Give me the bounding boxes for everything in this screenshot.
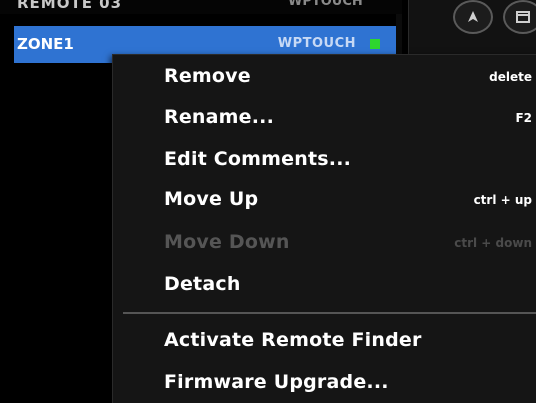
menu-item-firmware-upgrade[interactable]: Firmware Upgrade... xyxy=(113,365,536,399)
menu-item-label: Firmware Upgrade... xyxy=(164,371,389,393)
context-menu: Remove delete Rename... F2 Edit Comments… xyxy=(112,54,536,403)
list-item-name: ZONE1 xyxy=(17,35,74,53)
menu-item-label: Activate Remote Finder xyxy=(164,329,422,351)
status-indicator xyxy=(370,39,380,49)
menu-item-label: Edit Comments... xyxy=(164,148,352,170)
menu-separator xyxy=(123,312,536,314)
navigate-icon xyxy=(465,9,481,25)
menu-item-move-down: Move Down ctrl + down xyxy=(113,225,536,259)
menu-item-activate-remote-finder[interactable]: Activate Remote Finder xyxy=(113,323,536,357)
menu-item-label: Remove xyxy=(164,65,251,87)
list-item-type: WPTOUCH xyxy=(288,0,363,9)
window-button[interactable] xyxy=(503,0,536,34)
menu-item-rename[interactable]: Rename... F2 xyxy=(113,100,536,134)
window-icon xyxy=(515,9,531,25)
menu-item-label: Move Up xyxy=(164,188,259,210)
menu-item-label: Move Down xyxy=(164,231,290,253)
menu-item-label: Rename... xyxy=(164,106,275,128)
menu-item-shortcut: ctrl + up xyxy=(473,193,532,207)
list-item-type: WPTOUCH xyxy=(277,36,356,51)
menu-item-shortcut: ctrl + down xyxy=(454,236,532,250)
menu-item-move-up[interactable]: Move Up ctrl + up xyxy=(113,182,536,216)
menu-item-detach[interactable]: Detach xyxy=(113,267,536,301)
menu-item-shortcut: F2 xyxy=(515,111,532,125)
navigate-button[interactable] xyxy=(453,0,493,34)
menu-item-label: Detach xyxy=(164,273,241,295)
list-item[interactable]: REMOTE 03 WPTOUCH xyxy=(0,0,402,14)
menu-item-shortcut: delete xyxy=(489,70,532,84)
menu-item-remove[interactable]: Remove delete xyxy=(113,59,536,93)
list-item-name: REMOTE 03 xyxy=(17,0,123,12)
menu-item-edit-comments[interactable]: Edit Comments... xyxy=(113,142,536,176)
